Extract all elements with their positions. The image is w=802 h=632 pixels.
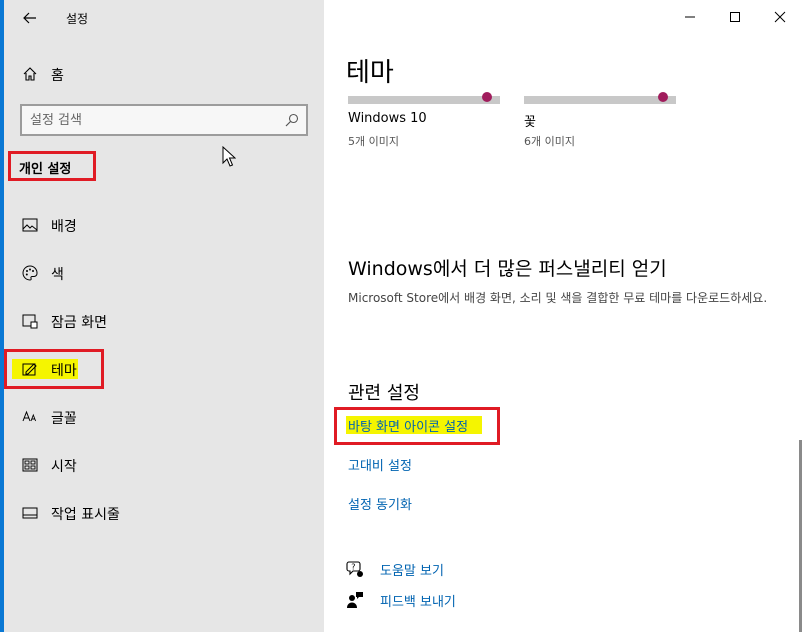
home-icon bbox=[20, 64, 40, 84]
sidebar-item-label: 테마 bbox=[51, 363, 77, 379]
sidebar-item-label: 글꼴 bbox=[51, 411, 77, 427]
back-button[interactable] bbox=[18, 6, 42, 30]
more-personality-heading: Windows에서 더 많은 퍼스낼리티 얻기 bbox=[348, 258, 667, 280]
sync-settings-link[interactable]: 설정 동기화 bbox=[348, 494, 412, 513]
search-box[interactable] bbox=[20, 104, 308, 136]
theme-icon bbox=[20, 359, 40, 379]
taskbar-icon bbox=[20, 503, 40, 523]
search-icon[interactable] bbox=[284, 112, 300, 128]
feedback-icon bbox=[346, 591, 364, 609]
sidebar-item-theme[interactable]: 테마 bbox=[4, 351, 324, 387]
picture-icon bbox=[20, 215, 40, 235]
sidebar-item-label: 시작 bbox=[51, 459, 77, 475]
maximize-button[interactable] bbox=[721, 6, 749, 28]
theme-color-dot bbox=[482, 92, 492, 102]
sidebar-item-label: 배경 bbox=[51, 219, 77, 235]
svg-text:?: ? bbox=[351, 563, 355, 572]
send-feedback-label: 피드백 보내기 bbox=[380, 595, 456, 610]
sidebar-item-label: 홈 bbox=[51, 68, 64, 84]
help-icon: ? bbox=[346, 560, 364, 578]
sidebar-item-label: 잠금 화면 bbox=[51, 315, 107, 331]
theme-thumbnail[interactable] bbox=[524, 92, 676, 104]
sidebar-item-start[interactable]: 시작 bbox=[4, 447, 324, 483]
sidebar-item-fonts[interactable]: 글꼴 bbox=[4, 399, 324, 435]
close-icon bbox=[774, 11, 786, 23]
page-title: 테마 bbox=[346, 58, 394, 88]
more-personality-description: Microsoft Store에서 배경 화면, 소리 및 색을 결합한 무료 … bbox=[348, 291, 768, 305]
minimize-icon bbox=[685, 16, 695, 18]
section-heading-personalization: 개인 설정 bbox=[8, 151, 96, 181]
send-feedback-link[interactable]: 피드백 보내기 bbox=[346, 589, 646, 611]
sidebar: 설정 홈 개인 설정 배경 색 bbox=[4, 0, 324, 632]
theme-color-dot bbox=[658, 92, 668, 102]
theme-image-count: 5개 이미지 bbox=[348, 135, 399, 148]
maximize-icon bbox=[730, 12, 740, 22]
theme-name: Windows 10 bbox=[348, 111, 427, 126]
search-input[interactable] bbox=[30, 111, 280, 129]
back-arrow-icon bbox=[23, 12, 36, 24]
lock-screen-icon bbox=[20, 311, 40, 331]
mouse-cursor-icon bbox=[222, 146, 236, 167]
high-contrast-settings-link[interactable]: 고대비 설정 bbox=[348, 455, 412, 474]
sidebar-item-label: 색 bbox=[51, 267, 64, 283]
minimize-button[interactable] bbox=[676, 6, 704, 28]
close-button[interactable] bbox=[766, 6, 794, 28]
desktop-icon-settings-link[interactable]: 바탕 화면 아이콘 설정 bbox=[348, 416, 468, 435]
get-help-label: 도움말 보기 bbox=[380, 564, 444, 579]
sidebar-item-color[interactable]: 색 bbox=[4, 255, 324, 291]
main-content: 테마 Windows 10 5개 이미지 꽃 6개 이미지 Windows에서 … bbox=[324, 0, 802, 632]
theme-image-count: 6개 이미지 bbox=[524, 135, 575, 148]
palette-icon bbox=[20, 263, 40, 283]
get-help-link[interactable]: ? 도움말 보기 bbox=[346, 558, 646, 580]
sidebar-item-home[interactable]: 홈 bbox=[4, 60, 324, 88]
sidebar-item-lock-screen[interactable]: 잠금 화면 bbox=[4, 303, 324, 339]
font-icon bbox=[20, 407, 40, 427]
theme-thumbnail[interactable] bbox=[348, 92, 500, 104]
start-icon bbox=[20, 455, 40, 475]
sidebar-item-label: 작업 표시줄 bbox=[51, 507, 120, 523]
related-settings-heading: 관련 설정 bbox=[348, 383, 420, 404]
sidebar-item-taskbar[interactable]: 작업 표시줄 bbox=[4, 495, 324, 531]
sidebar-item-background[interactable]: 배경 bbox=[4, 207, 324, 243]
app-title: 설정 bbox=[66, 12, 89, 26]
theme-name: 꽃 bbox=[524, 115, 536, 130]
settings-window: 설정 홈 개인 설정 배경 색 bbox=[0, 0, 802, 632]
